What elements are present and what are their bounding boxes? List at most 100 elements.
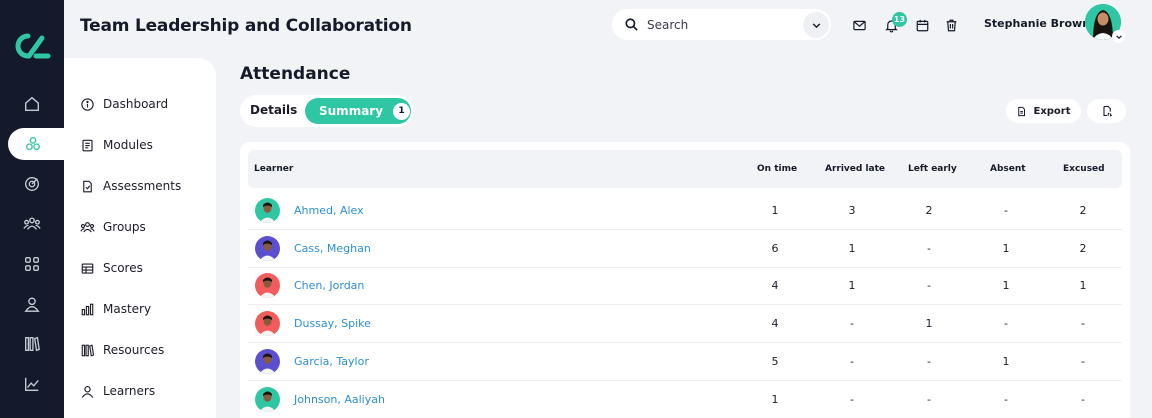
column-header-on-time[interactable]: On time (757, 164, 797, 174)
cell-late: 1 (848, 279, 856, 293)
cell-left-early: - (927, 354, 931, 368)
subnav-item-scores[interactable]: Scores (80, 257, 143, 279)
subnav-label: Groups (103, 220, 146, 234)
home-icon[interactable] (20, 92, 44, 116)
group-icon (80, 221, 95, 232)
cell-absent: - (1004, 204, 1008, 217)
column-header-arrived-late[interactable]: Arrived late (825, 164, 885, 174)
column-header-learner[interactable]: Learner (254, 164, 293, 174)
cell-excused: - (1081, 317, 1085, 331)
learner-name-link[interactable]: Chen, Jordan (294, 279, 364, 292)
people-icon[interactable] (20, 212, 44, 236)
subnav-item-dashboard[interactable]: Dashboard (80, 93, 168, 115)
learner-avatar (255, 386, 280, 412)
cell-excused: 2 (1079, 241, 1087, 255)
cell-late: - (850, 392, 854, 406)
cell-excused: - (1081, 354, 1085, 368)
cell-on-time: 6 (771, 241, 779, 255)
learner-avatar (255, 198, 280, 223)
subnav-item-assessments[interactable]: Assessments (80, 175, 181, 197)
page-title: Attendance (240, 64, 351, 84)
export-document-icon (1018, 106, 1026, 116)
calendar-icon[interactable] (914, 17, 930, 33)
cell-on-time: 5 (771, 354, 779, 368)
cell-absent: 1 (1002, 354, 1010, 368)
learner-name-link[interactable]: Cass, Meghan (294, 242, 371, 255)
tab-details[interactable]: Details (250, 103, 297, 117)
brand-logo[interactable] (12, 28, 52, 64)
book-icon (82, 139, 93, 151)
cell-on-time: 1 (771, 204, 779, 217)
tab-count-badge: 1 (393, 102, 411, 120)
course-subnav: Dashboard Modules Assessments Groups Sco… (64, 58, 216, 418)
cell-absent: - (1004, 392, 1008, 406)
search-box (612, 9, 831, 40)
bar-chart-icon (81, 303, 94, 315)
table-row[interactable]: Ahmed, Alex 1 3 2 - 2 (248, 192, 1122, 230)
column-header-left-early[interactable]: Left early (908, 164, 957, 174)
view-tabs: Details Summary 1 (240, 95, 413, 127)
learner-avatar (255, 311, 280, 337)
tab-summary[interactable]: Summary 1 (305, 98, 411, 124)
learner-avatar (255, 348, 280, 374)
table-row[interactable]: Dussay, Spike 4 - 1 - - (248, 305, 1122, 344)
download-pdf-button[interactable] (1087, 99, 1126, 123)
subnav-label: Dashboard (103, 97, 169, 111)
learner-name-link[interactable]: Garcia, Taylor (294, 355, 369, 368)
subnav-item-mastery[interactable]: Mastery (80, 298, 151, 320)
cell-late: 3 (848, 204, 856, 217)
learner-name-link[interactable]: Johnson, Aaliyah (294, 393, 385, 406)
column-header-absent[interactable]: Absent (990, 164, 1026, 174)
learner-avatar (255, 273, 280, 299)
table-icon (81, 262, 94, 274)
subnav-label: Scores (103, 261, 143, 275)
learner-name-link[interactable]: Ahmed, Alex (294, 204, 364, 217)
user-menu-chevron[interactable] (1112, 30, 1125, 43)
search-dropdown-button[interactable] (803, 12, 829, 38)
table-row[interactable]: Chen, Jordan 4 1 - 1 1 (248, 267, 1122, 306)
library-icon (81, 344, 95, 356)
subnav-label: Modules (103, 138, 153, 152)
app-title: Team Leadership and Collaboration (80, 16, 412, 36)
courses-icon[interactable] (8, 128, 68, 160)
table-row[interactable]: Cass, Meghan 6 1 - 1 2 (248, 230, 1122, 268)
trash-icon[interactable] (943, 17, 959, 33)
export-label: Export (1033, 105, 1071, 117)
subnav-item-learners[interactable]: Learners (80, 380, 155, 402)
column-header-excused[interactable]: Excused (1063, 164, 1105, 174)
export-button[interactable]: Export (1006, 99, 1081, 123)
chevron-down-icon (1115, 34, 1122, 39)
document-icon (83, 180, 92, 192)
subnav-label: Assessments (103, 179, 182, 193)
cell-absent: - (1004, 317, 1008, 331)
cell-left-early: 2 (925, 204, 933, 217)
subnav-item-modules[interactable]: Modules (80, 134, 153, 156)
pdf-file-icon (1102, 105, 1112, 117)
mail-icon[interactable] (851, 17, 867, 33)
subnav-label: Resources (103, 343, 165, 357)
learner-name-link[interactable]: Dussay, Spike (294, 317, 371, 330)
library-icon[interactable] (20, 332, 44, 356)
cell-excused: - (1081, 392, 1085, 406)
person-icon (81, 385, 94, 398)
user-icon[interactable] (20, 292, 44, 316)
table-row[interactable]: Garcia, Taylor 5 - - 1 - (248, 343, 1122, 381)
icon-rail (0, 0, 68, 418)
subnav-item-resources[interactable]: Resources (80, 339, 164, 361)
target-icon[interactable] (20, 172, 44, 196)
subnav-item-groups[interactable]: Groups (80, 216, 146, 238)
chart-icon[interactable] (20, 372, 44, 396)
learner-avatar (255, 235, 280, 261)
table-row[interactable]: Johnson, Aaliyah 1 - - - - (248, 381, 1122, 418)
cell-left-early: - (927, 392, 931, 406)
subnav-label: Mastery (103, 302, 152, 316)
search-input[interactable] (647, 17, 787, 32)
cell-absent: 1 (1002, 279, 1010, 293)
user-name: Stephanie Brown (984, 17, 1091, 30)
cell-excused: 1 (1079, 279, 1087, 293)
cell-late: 1 (848, 241, 856, 255)
grid-icon[interactable] (20, 252, 44, 276)
cell-late: - (850, 317, 854, 331)
cell-left-early: - (927, 241, 931, 255)
cell-on-time: 4 (771, 317, 779, 331)
